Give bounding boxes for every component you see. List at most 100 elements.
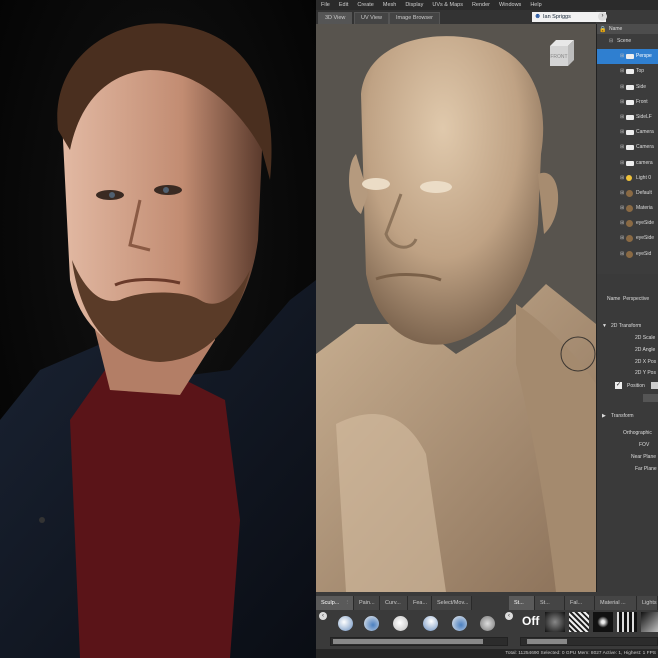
position-toggle[interactable] (651, 382, 658, 389)
expand-icon[interactable]: ⊞ (620, 171, 624, 186)
outliner-item[interactable]: ⊞ SideLF (597, 110, 658, 125)
name-field[interactable]: Perspective (623, 296, 649, 302)
outliner-item-label: SideLF (636, 113, 652, 120)
outliner-item[interactable]: ⊞ Light 0 (597, 171, 658, 186)
grab-brush-icon[interactable] (423, 616, 438, 631)
pinch-brush-icon[interactable] (452, 616, 467, 631)
next-arrow-icon[interactable]: › (598, 12, 607, 21)
user-icon: ☻ (534, 13, 542, 20)
expand-icon[interactable]: ⊞ (620, 140, 624, 155)
field-2d-y-pos: 2D Y Pos (635, 370, 656, 376)
expand-icon[interactable]: ⊞ (620, 80, 624, 95)
outliner-item[interactable]: ⊞ Perspe (597, 49, 658, 65)
menu-edit[interactable]: Edit (339, 2, 348, 8)
menu-bar: File Edit Create Mesh Display UVs & Maps… (316, 0, 658, 10)
menu-uvs-maps[interactable]: UVs & Maps (432, 2, 463, 8)
section-transform[interactable]: Transform (611, 413, 634, 419)
tab-material[interactable]: Material ... (595, 596, 637, 610)
outliner-panel: 🔒 Name ⊟ Scene ⊞ Perspe ⊞ Top ⊞ Side ⊞ Front ⊞ Si… (596, 24, 658, 274)
tab-lights[interactable]: Lights (637, 596, 658, 610)
menu-help[interactable]: Help (530, 2, 541, 8)
field-far-plane: Far Plane (635, 466, 657, 472)
left-arrow-icon[interactable]: ‹ (319, 612, 327, 620)
expand-triangle-icon[interactable]: ▶ (602, 413, 606, 419)
outliner-item[interactable]: ⊞ Camera (597, 125, 658, 140)
3d-viewport[interactable]: FRONT (316, 24, 596, 592)
expand-icon[interactable]: ⊞ (620, 231, 624, 246)
position-label: Position (627, 383, 645, 389)
wax-brush-icon[interactable] (364, 616, 379, 631)
camera-icon (626, 69, 634, 75)
tab-paint[interactable]: Pain... (354, 596, 380, 610)
tab-select-move[interactable]: Select/Mov... (432, 596, 472, 610)
outliner-item[interactable]: ⊞ Camera (597, 140, 658, 155)
menu-windows[interactable]: Windows (499, 2, 521, 8)
menu-render[interactable]: Render (472, 2, 490, 8)
menu-file[interactable]: File (321, 2, 330, 8)
material-icon (626, 205, 633, 213)
reset-button[interactable] (643, 394, 658, 402)
menu-create[interactable]: Create (357, 2, 374, 8)
outliner-item[interactable]: ⊞ Side (597, 80, 658, 95)
position-checkbox[interactable]: ✓ (615, 382, 622, 389)
tab-stencils[interactable]: St... (535, 596, 565, 610)
imprint-brush-icon[interactable] (480, 616, 495, 631)
outliner-item[interactable]: ⊞ eyeSid (597, 247, 658, 262)
lock-icon[interactable]: 🔒 (599, 25, 606, 33)
outliner-item[interactable]: ⊞ camera (597, 156, 658, 171)
stamp-thumbnail-noise[interactable] (545, 612, 565, 632)
smooth-brush-icon[interactable] (393, 616, 408, 631)
tab-stamps[interactable]: St... (509, 596, 535, 610)
stamp-thumbnail-splat[interactable] (593, 612, 613, 632)
outliner-item[interactable]: ⊞ Default (597, 186, 658, 201)
stamp-thumbnail-gradient[interactable] (641, 612, 658, 632)
user-dropdown[interactable]: ☻ Ian Spriggs ▾ (532, 12, 606, 22)
outliner-item-label: Camera (636, 144, 654, 151)
menu-display[interactable]: Display (405, 2, 423, 8)
expand-icon[interactable]: ⊞ (620, 247, 624, 262)
outliner-item[interactable]: ⊞ Top (597, 64, 658, 79)
section-2d-transform[interactable]: 2D Transform (611, 323, 641, 329)
left-arrow-icon[interactable]: ‹ (505, 612, 513, 620)
sculpt-brush-icon[interactable] (338, 616, 353, 631)
expand-icon[interactable]: ⊞ (620, 64, 624, 79)
tab-falloff[interactable]: Fal... (565, 596, 595, 610)
outliner-item[interactable]: ⊞ eyeSide (597, 216, 658, 231)
expand-icon[interactable]: ⊞ (620, 49, 624, 64)
expand-triangle-icon[interactable]: ▼ (602, 323, 607, 329)
scene-label: Scene (617, 38, 632, 44)
outliner-item-label: eyeSide (636, 220, 655, 227)
outliner-item[interactable]: ⊞ Front (597, 95, 658, 110)
expand-icon[interactable]: ⊞ (620, 201, 624, 216)
material-icon (626, 235, 633, 243)
nav-cube[interactable]: FRONT (546, 38, 576, 68)
light-icon (626, 174, 632, 181)
tab-sculpt[interactable]: Sculp... ⋮ (316, 596, 354, 610)
collapse-icon[interactable]: ⊟ (609, 34, 613, 49)
field-2d-angle: 2D Angle (635, 347, 656, 353)
outliner-item-label: eyeSid (636, 250, 652, 257)
expand-icon[interactable]: ⊞ (620, 110, 624, 125)
outliner-header: 🔒 Name (597, 24, 658, 34)
brush-scrollbar[interactable] (330, 637, 508, 646)
expand-icon[interactable]: ⊞ (620, 156, 624, 171)
outliner-item-label: camera (636, 159, 653, 166)
expand-icon[interactable]: ⊞ (620, 95, 624, 110)
menu-mesh[interactable]: Mesh (383, 2, 396, 8)
stamp-off-label[interactable]: Off (522, 614, 539, 628)
stamp-thumbnail-stripes[interactable] (617, 612, 637, 632)
outliner-column-name[interactable]: Name (609, 26, 622, 32)
expand-icon[interactable]: ⊞ (620, 186, 624, 201)
name-label: Name (607, 296, 621, 302)
stamp-scrollbar[interactable] (520, 637, 658, 646)
field-near-plane: Near Plane (631, 454, 657, 460)
tab-fea[interactable]: Fea... (408, 596, 432, 610)
outliner-item-label: Light 0 (636, 174, 652, 181)
stamp-thumbnail-grid[interactable] (569, 612, 589, 632)
tab-curves[interactable]: Curv... (380, 596, 408, 610)
outliner-scene[interactable]: ⊟ Scene (597, 34, 658, 49)
outliner-item[interactable]: ⊞ Materia (597, 201, 658, 216)
expand-icon[interactable]: ⊞ (620, 125, 624, 140)
outliner-item[interactable]: ⊞ eyeSide (597, 231, 658, 246)
expand-icon[interactable]: ⊞ (620, 216, 624, 231)
